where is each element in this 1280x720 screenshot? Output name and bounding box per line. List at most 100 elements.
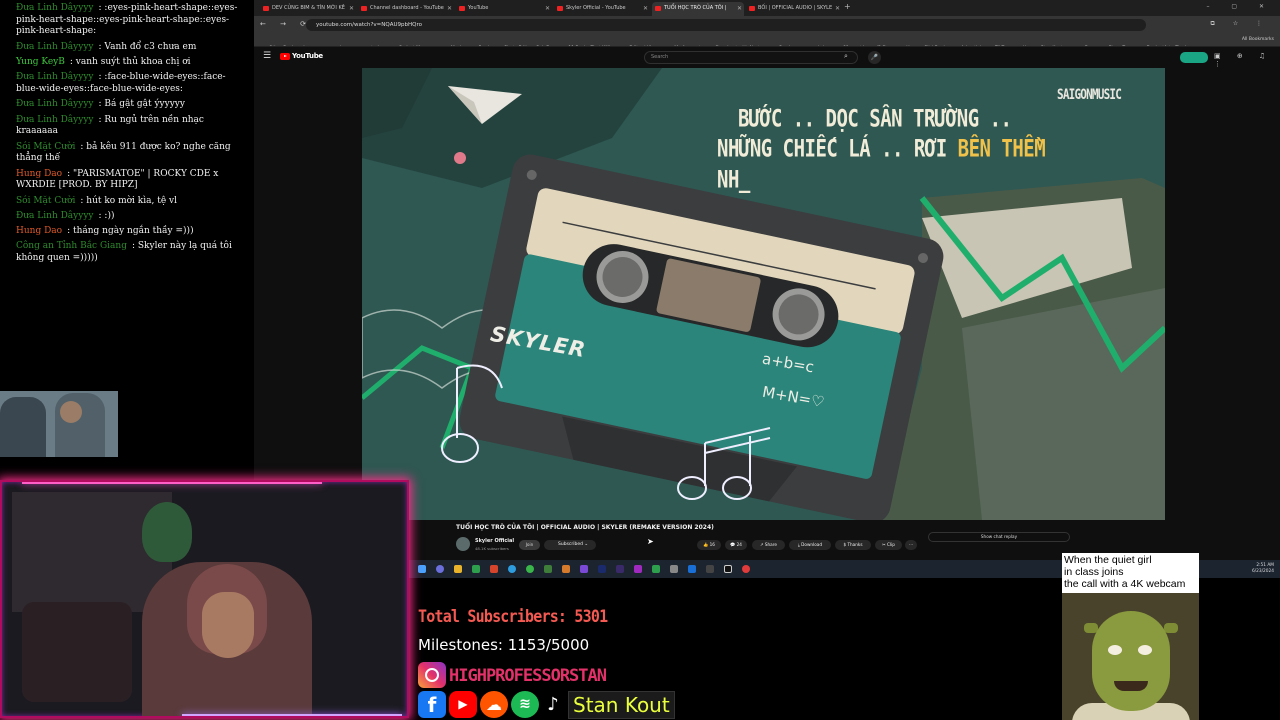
start-icon[interactable]	[418, 565, 426, 573]
close-tab-icon[interactable]: ✕	[737, 2, 742, 15]
app-icon[interactable]	[580, 565, 588, 573]
channel-subscriber-count: 48.1K subscribers	[475, 546, 509, 551]
browser-icon[interactable]	[508, 565, 516, 573]
chat-username[interactable]: Đưa Linh Dâyyyy	[16, 115, 94, 125]
video-player[interactable]: BƯỚC .. DỌC SÂN TRƯỜNG .. NHỮNG CHIẾC LÁ…	[362, 68, 1165, 520]
tiktok-icon: ♪	[547, 694, 559, 715]
bookmark-item[interactable]: My Account	[668, 43, 700, 46]
tab-3[interactable]: Skyler Official - YouTube ✕	[554, 2, 650, 16]
bookmark-item[interactable]: 11 Books That Will...	[562, 43, 614, 46]
app-icon[interactable]	[490, 565, 498, 573]
app-icon[interactable]	[670, 565, 678, 573]
like-button[interactable]: 👍 16	[697, 540, 721, 550]
chat-username[interactable]: Đưa Linh Dâyyyy	[16, 42, 94, 52]
show-chat-replay-button[interactable]: Show chat replay	[928, 532, 1070, 542]
file-explorer-icon[interactable]	[454, 565, 462, 573]
tab-label: Skyler Official - YouTube	[566, 5, 626, 11]
chat-username[interactable]: Đưa Linh Dâyyyy	[16, 211, 94, 221]
share-button[interactable]: ↗ Share	[752, 540, 785, 550]
url-input[interactable]: youtube.com/watch?v=NQAU9pbHQro	[306, 19, 1146, 31]
more-actions-button[interactable]: ⋯	[905, 540, 917, 550]
join-button[interactable]: Join	[519, 540, 540, 550]
chat-username[interactable]: Đưa Linh Dâyyyy	[16, 72, 94, 82]
chat-username[interactable]: Đưa Linh Dâyyyy	[16, 99, 94, 109]
tab-label: BỐI | OFFICIAL AUDIO | SKYLE	[758, 5, 833, 11]
meme-clip-overlay	[0, 391, 118, 457]
chat-username[interactable]: Hung Dao	[16, 226, 62, 236]
shrek-head	[1092, 611, 1170, 711]
bookmark-item[interactable]: Previews are ready/...	[773, 43, 828, 46]
all-bookmarks-button[interactable]: All Bookmarks	[1242, 34, 1274, 46]
browser-toolbar-icons[interactable]: ⧉ ☆ ⋮	[1211, 20, 1270, 28]
close-tab-icon[interactable]: ✕	[835, 2, 840, 15]
taskbar-clock[interactable]: 2:51 AM 6/23/2024	[1252, 563, 1274, 575]
discord-icon[interactable]	[436, 565, 444, 573]
bookmark-item[interactable]: researchmanagement - L...	[317, 43, 384, 46]
tiktok-icon[interactable]	[724, 565, 732, 573]
bookmark-item[interactable]: Advertising on TikT...	[955, 43, 1008, 46]
chat-username[interactable]: Đưa Linh Dâyyyy	[16, 3, 94, 13]
subscribe-button[interactable]: Subscribed ⌄	[544, 540, 596, 550]
bookmark-item[interactable]: Other Bookmarks	[263, 43, 308, 46]
youtube-icon: ▶	[449, 691, 477, 718]
channel-avatar[interactable]	[456, 537, 470, 551]
bookmark-item[interactable]: Editor | Vicoy	[623, 43, 659, 46]
header-icons[interactable]: ▣ ⊕ ♫ ⋮	[1214, 52, 1280, 68]
tab-1[interactable]: Channel dashboard - YouTube ✕	[358, 2, 454, 16]
tab-5[interactable]: BỐI | OFFICIAL AUDIO | SKYLE ✕	[746, 2, 842, 16]
xbox-icon[interactable]	[652, 565, 660, 573]
thanks-button[interactable]: $ Thanks	[835, 540, 871, 550]
create-button[interactable]	[1180, 52, 1208, 63]
nav-buttons[interactable]: ← → ⟳	[260, 20, 312, 28]
channel-name[interactable]: Skyler Official	[475, 538, 514, 544]
bookmark-item[interactable]: DeviantArt - The Lar...	[1141, 43, 1197, 46]
chat-message: Sói Mặt Cười: bả kêu 911 được ko? nghe c…	[16, 141, 231, 164]
app-icon[interactable]	[562, 565, 570, 573]
address-bar: ← → ⟳ youtube.com/watch?v=NQAU9pbHQro ⧉ …	[254, 16, 1280, 34]
window-controls[interactable]: – ▢ ✕	[1206, 3, 1274, 10]
chat-username[interactable]: Yung KeyB	[16, 57, 65, 67]
chat-text: hút ko mời kìa, tệ vl	[86, 195, 177, 206]
search-icon[interactable]: ⌕	[844, 52, 848, 61]
app-icon[interactable]	[472, 565, 480, 573]
app-icon[interactable]	[544, 565, 552, 573]
mic-icon[interactable]: 🎤	[868, 51, 881, 64]
chat-message: Đưa Linh Dâyyyy: Ru ngủ trên nền nhạc kr…	[16, 114, 204, 137]
comments-button[interactable]: 💬 24	[725, 540, 747, 550]
hamburger-menu-icon[interactable]: ☰	[263, 51, 271, 61]
app-icon[interactable]	[688, 565, 696, 573]
tab-4-active[interactable]: TUỔI HỌC TRÒ CỦA TÔI | ✕	[652, 2, 744, 16]
youtube-logo-text[interactable]: YouTube	[292, 52, 323, 60]
spotify-icon[interactable]	[526, 565, 534, 573]
chrome-icon[interactable]	[742, 565, 750, 573]
close-tab-icon[interactable]: ✕	[643, 2, 648, 15]
chat-username[interactable]: Công an Tỉnh Bắc Giang	[16, 241, 127, 251]
chat-username[interactable]: Sói Mặt Cười	[16, 142, 75, 152]
download-button[interactable]: ⤓ Download	[789, 540, 831, 550]
premiere-icon[interactable]	[598, 565, 606, 573]
bookmark-item[interactable]: Project Manager	[393, 43, 436, 46]
close-tab-icon[interactable]: ✕	[349, 2, 354, 15]
chat-username[interactable]: Hung Dao	[16, 169, 62, 179]
bookmark-item[interactable]: Music	[445, 43, 464, 46]
bookmark-item[interactable]: Home - ClickBank	[900, 43, 946, 46]
search-input[interactable]: Search	[644, 51, 858, 64]
new-tab-button[interactable]: +	[844, 2, 851, 11]
bookmark-item[interactable]: 60 must-know (5 St...	[837, 43, 891, 46]
app-icon[interactable]	[634, 565, 642, 573]
app-icon[interactable]	[706, 565, 714, 573]
clip-button[interactable]: ✂ Clip	[875, 540, 902, 550]
tab-0[interactable]: DEV CỦNG BIM & TÍN MỚI KÊ ✕	[260, 2, 356, 16]
after-effects-icon[interactable]	[616, 565, 624, 573]
chat-username[interactable]: Sói Mặt Cười	[16, 196, 75, 206]
chat-text: tháng ngày ngắn thầy =)))	[72, 226, 194, 237]
bookmark-item[interactable]: Stand out with Nest...	[709, 43, 764, 46]
close-tab-icon[interactable]: ✕	[447, 2, 452, 15]
tab-2[interactable]: YouTube ✕	[456, 2, 552, 16]
bookmark-item[interactable]: Become a Piano Tu...	[1079, 43, 1132, 46]
youtube-logo-icon[interactable]	[280, 53, 290, 60]
bookmark-item[interactable]: Feed	[473, 43, 490, 46]
bookmark-item[interactable]: Photo Editor : Polr E...	[498, 43, 553, 46]
close-tab-icon[interactable]: ✕	[545, 2, 550, 15]
bookmark-item[interactable]: Home - Stan Kout -...	[1017, 43, 1070, 46]
